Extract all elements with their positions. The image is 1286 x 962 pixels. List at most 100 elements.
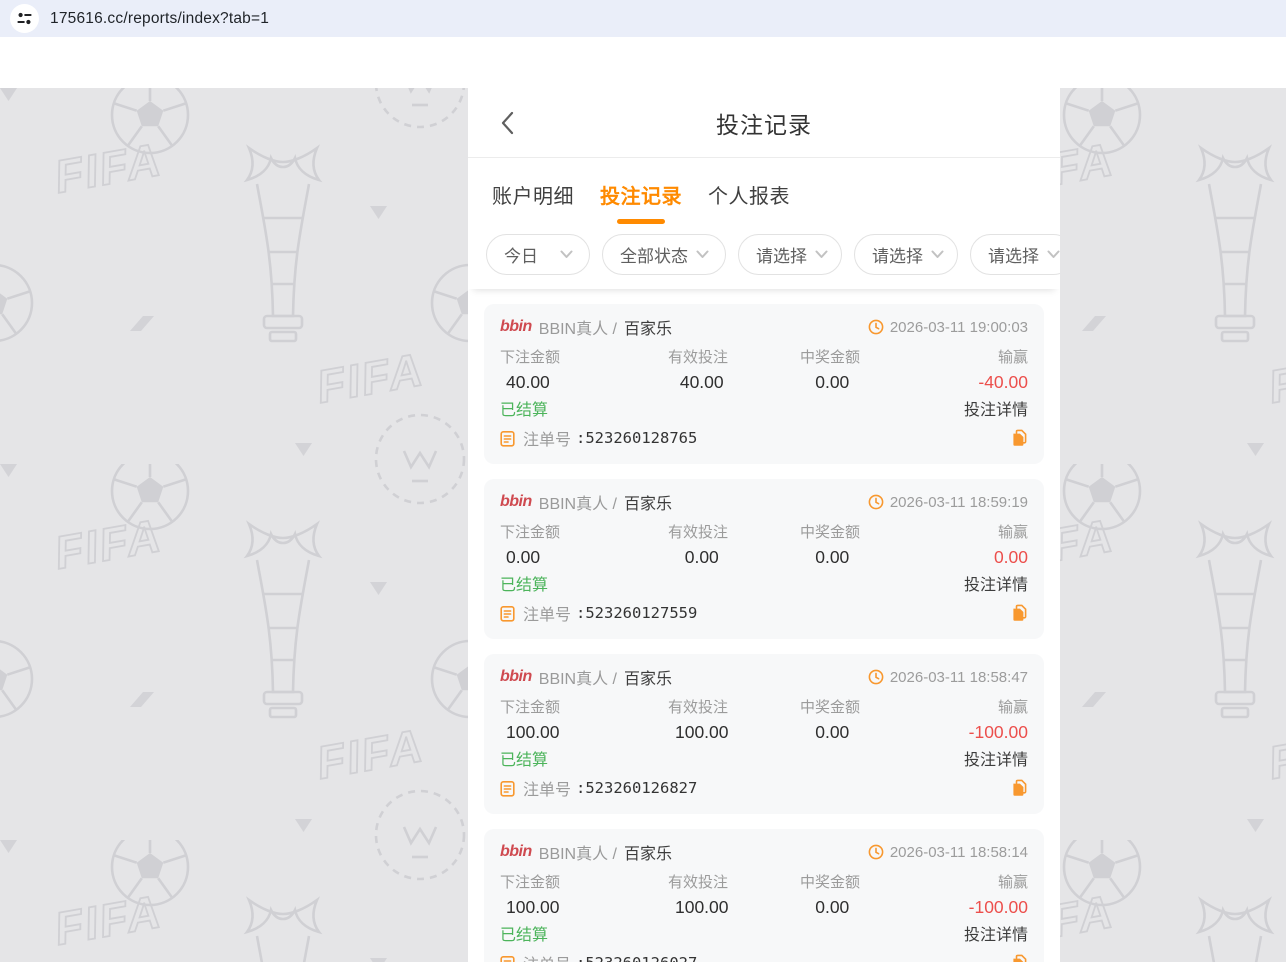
field-labels-row: 下注金额 有效投注 中奖金额 输赢 <box>500 871 1028 892</box>
bet-time: 2026-03-11 18:58:14 <box>868 844 1028 861</box>
field-values-row: 100.00 100.00 0.00 -100.00 <box>500 722 1028 743</box>
active-tab-underline <box>617 219 665 224</box>
filter-select[interactable]: 请选择 <box>970 234 1060 275</box>
app-panel: 投注记录 账户明细 投注记录 个人报表 今日 全部状态 请选择 请选择 <box>468 88 1060 962</box>
tab[interactable]: 账户明细 <box>492 158 574 231</box>
win-amount-value: 0.00 <box>767 722 898 743</box>
order-label: 注单号 <box>523 776 571 800</box>
tab[interactable]: 个人报表 <box>708 158 790 231</box>
field-values-row: 100.00 100.00 0.00 -100.00 <box>500 897 1028 918</box>
clock-icon <box>868 319 884 335</box>
valid-bet-label: 有效投注 <box>632 521 764 542</box>
order-label: 注单号 <box>523 426 571 450</box>
copy-order-button[interactable] <box>1011 954 1028 962</box>
page-title: 投注记录 <box>716 106 812 140</box>
bet-detail-link[interactable]: 投注详情 <box>964 396 1028 417</box>
status-badge: 已结算 <box>500 921 548 942</box>
provider-info: bbin BBIN真人 / 百家乐 <box>500 840 672 864</box>
card-header-row: bbin BBIN真人 / 百家乐 2026-03-11 18:58:14 <box>500 841 1028 863</box>
site-settings-icon <box>17 11 32 26</box>
app-area: FIFA <box>0 88 1286 962</box>
profit-value: -40.00 <box>898 372 1029 393</box>
valid-bet-value: 40.00 <box>637 372 768 393</box>
bbin-logo: bbin <box>500 668 532 686</box>
status-badge: 已结算 <box>500 396 548 417</box>
game-name: 百家乐 <box>624 490 672 514</box>
clock-icon <box>868 669 884 685</box>
clock-icon <box>868 844 884 860</box>
bet-detail-link[interactable]: 投注详情 <box>964 921 1028 942</box>
bet-detail-link[interactable]: 投注详情 <box>964 571 1028 592</box>
provider-name: BBIN真人 / <box>539 490 617 514</box>
bbin-logo: bbin <box>500 318 532 336</box>
profit-label: 输赢 <box>896 696 1028 717</box>
copy-order-button[interactable] <box>1011 779 1028 797</box>
back-button[interactable] <box>500 111 514 135</box>
bet-timestamp: 2026-03-11 18:58:14 <box>890 844 1028 861</box>
profit-label: 输赢 <box>896 521 1028 542</box>
order-number: :523260126027 <box>576 954 697 962</box>
bet-amount-value: 100.00 <box>500 897 637 918</box>
copy-icon <box>1011 604 1028 622</box>
game-name: 百家乐 <box>624 840 672 864</box>
card-header-row: bbin BBIN真人 / 百家乐 2026-03-11 19:00:03 <box>500 316 1028 338</box>
valid-bet-value: 100.00 <box>637 897 768 918</box>
app-header: 投注记录 <box>468 88 1060 158</box>
copy-icon <box>1011 779 1028 797</box>
valid-bet-label: 有效投注 <box>632 696 764 717</box>
site-settings-chip[interactable] <box>10 4 39 33</box>
order-note-icon <box>500 955 515 962</box>
win-amount-value: 0.00 <box>767 372 898 393</box>
copy-icon <box>1011 429 1028 447</box>
bet-amount-value: 40.00 <box>500 372 637 393</box>
field-values-row: 40.00 40.00 0.00 -40.00 <box>500 372 1028 393</box>
order-note-icon <box>500 430 515 447</box>
provider-name: BBIN真人 / <box>539 665 617 689</box>
chevron-down-icon <box>696 250 709 259</box>
order-number: :523260126827 <box>576 779 697 797</box>
browser-address-bar[interactable]: 175616.cc/reports/index?tab=1 <box>0 0 1286 37</box>
status-row: 已结算 投注详情 <box>500 921 1028 942</box>
url-text[interactable]: 175616.cc/reports/index?tab=1 <box>50 10 269 28</box>
filter-select[interactable]: 请选择 <box>854 234 958 275</box>
copy-order-button[interactable] <box>1011 429 1028 447</box>
order-label: 注单号 <box>523 601 571 625</box>
field-values-row: 0.00 0.00 0.00 0.00 <box>500 547 1028 568</box>
chevron-down-icon <box>1047 250 1060 259</box>
win-amount-label: 中奖金额 <box>764 696 896 717</box>
copy-order-button[interactable] <box>1011 604 1028 622</box>
order-row: 注单号 :523260126027 <box>500 952 1028 962</box>
provider-name: BBIN真人 / <box>539 840 617 864</box>
tab[interactable]: 投注记录 <box>600 158 682 231</box>
profit-label: 输赢 <box>896 346 1028 367</box>
provider-info: bbin BBIN真人 / 百家乐 <box>500 665 672 689</box>
bet-amount-value: 100.00 <box>500 722 637 743</box>
valid-bet-label: 有效投注 <box>632 346 764 367</box>
win-amount-label: 中奖金额 <box>764 521 896 542</box>
filter-select[interactable]: 请选择 <box>738 234 842 275</box>
filter-select-value: 今日 <box>504 242 538 267</box>
status-row: 已结算 投注详情 <box>500 571 1028 592</box>
bet-time: 2026-03-11 18:59:19 <box>868 494 1028 511</box>
order-number: :523260128765 <box>576 429 697 447</box>
order-label: 注单号 <box>523 951 571 962</box>
order-note-icon <box>500 780 515 797</box>
bet-detail-link[interactable]: 投注详情 <box>964 746 1028 767</box>
profit-value: -100.00 <box>898 722 1029 743</box>
win-amount-value: 0.00 <box>767 897 898 918</box>
profit-value: -100.00 <box>898 897 1029 918</box>
bbin-logo: bbin <box>500 493 532 511</box>
filter-select[interactable]: 全部状态 <box>602 234 726 275</box>
order-row: 注单号 :523260126827 <box>500 777 1028 799</box>
card-header-row: bbin BBIN真人 / 百家乐 2026-03-11 18:59:19 <box>500 491 1028 513</box>
filter-select[interactable]: 今日 <box>486 234 590 275</box>
game-name: 百家乐 <box>624 315 672 339</box>
filter-select-value: 全部状态 <box>620 242 688 267</box>
valid-bet-value: 0.00 <box>637 547 768 568</box>
filter-select-value: 请选择 <box>872 242 923 267</box>
bet-amount-value: 0.00 <box>500 547 637 568</box>
win-amount-label: 中奖金额 <box>764 346 896 367</box>
status-row: 已结算 投注详情 <box>500 746 1028 767</box>
status-badge: 已结算 <box>500 746 548 767</box>
order-row: 注单号 :523260128765 <box>500 427 1028 449</box>
